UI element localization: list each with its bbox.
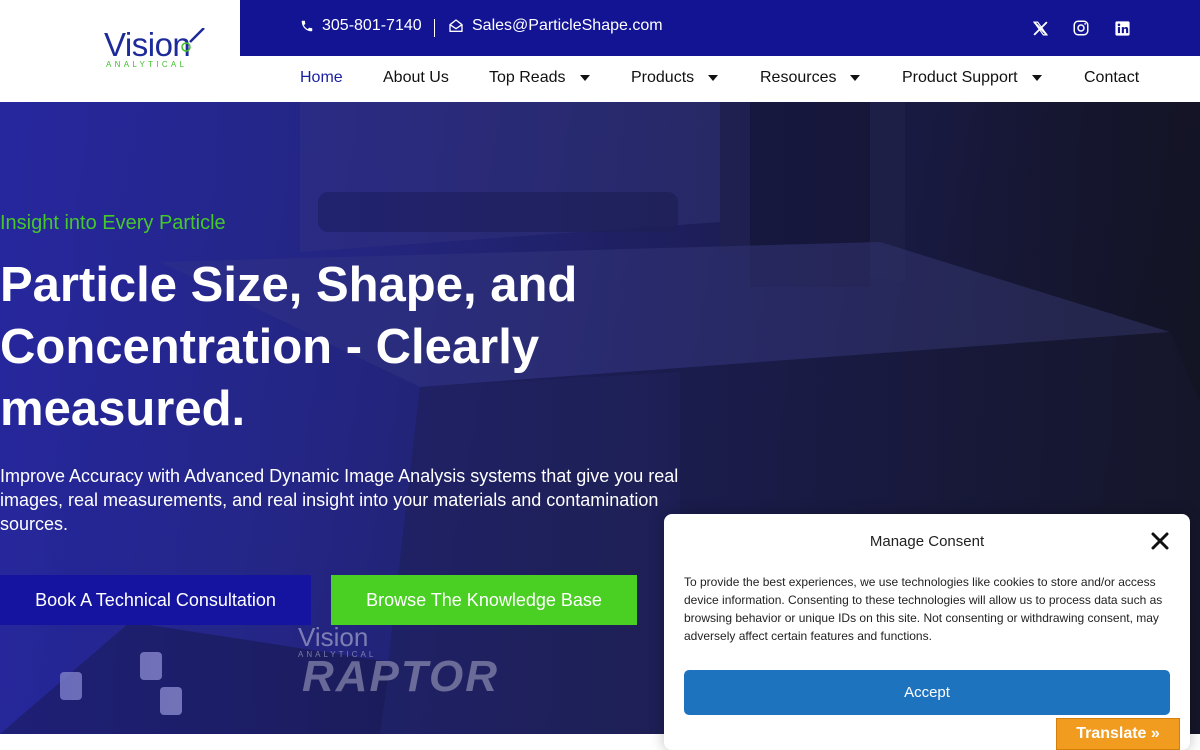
translate-button[interactable]: Translate » [1056,718,1180,750]
logo-subtext: ANALYTICAL [106,60,188,69]
nav-resources-label: Resources [760,69,837,86]
hero-headline: Particle Size, Shape, and Concentration … [0,258,578,436]
close-icon[interactable] [1150,531,1170,551]
mail-open-icon [449,19,463,32]
book-consultation-button[interactable]: Book A Technical Consultation [0,575,311,625]
consent-title: Manage Consent [869,533,985,550]
nav-about-us-label: About Us [383,69,449,86]
consent-dialog: Manage Consent To provide the best exper… [664,514,1190,750]
hero-tagline: Insight into Every Particle [0,212,226,234]
nav-products[interactable]: Products [631,69,719,87]
chevron-down-icon [1031,75,1042,81]
main-navigation: Home About Us Top Reads Products Resourc… [240,56,1200,102]
nav-products-label: Products [631,69,695,86]
phone-icon [301,20,313,32]
x-twitter-icon[interactable] [1030,18,1050,38]
hero-subtext: Improve Accuracy with Advanced Dynamic I… [0,466,679,534]
instrument-brand-word: Vision [298,622,369,652]
accept-button[interactable]: Accept [684,670,1170,715]
nav-product-support-label: Product Support [902,69,1018,86]
instagram-icon[interactable] [1071,18,1091,38]
email-address: Sales@ParticleShape.com [472,17,663,34]
nav-about-us[interactable]: About Us [383,69,449,87]
linkedin-icon[interactable] [1112,18,1132,38]
nav-top-reads-label: Top Reads [489,69,566,86]
email-link[interactable]: Sales@ParticleShape.com [448,17,663,35]
phone-number: 305-801-7140 [322,17,422,34]
chevron-down-icon [850,75,861,81]
nav-home-label: Home [300,69,343,86]
chevron-down-icon [708,75,719,81]
consent-body: To provide the best experiences, we use … [684,575,1163,643]
logo-area: Vision ANALYTICAL [0,0,240,102]
magnifier-logo-icon [181,28,205,52]
phone-link[interactable]: 305-801-7140 [300,17,422,35]
nav-product-support[interactable]: Product Support [902,69,1042,87]
browse-knowledge-base-button[interactable]: Browse The Knowledge Base [331,575,637,625]
nav-resources[interactable]: Resources [760,69,861,87]
contact-divider [434,19,435,37]
instrument-model-text: RAPTOR [302,652,499,701]
site-logo[interactable]: Vision ANALYTICAL [104,28,205,69]
nav-home[interactable]: Home [300,69,343,87]
chevron-down-icon [579,75,590,81]
nav-contact[interactable]: Contact [1084,69,1139,87]
nav-top-reads[interactable]: Top Reads [489,69,590,87]
top-contact-bar: 305-801-7140 Sales@ParticleShape.com [240,0,1200,56]
nav-contact-label: Contact [1084,69,1140,86]
